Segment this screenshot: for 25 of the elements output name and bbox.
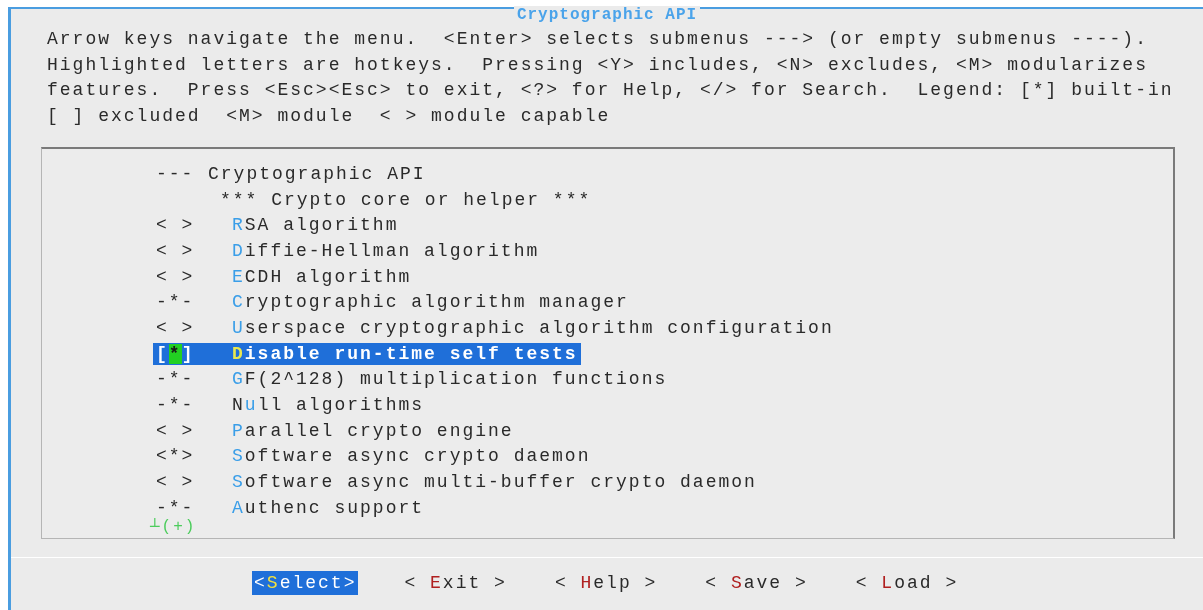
menu-item[interactable]: [*] Disable run-time self tests <box>153 342 581 365</box>
menu-item[interactable]: <*> S oftware async crypto daemon <box>153 445 594 468</box>
menu-item[interactable]: < > ECDH algorithm <box>153 265 415 288</box>
help-text: Highlighted letters are hotkeys. Pressing <Y> includes, <N> excludes, <M> modularizes <box>47 53 1149 77</box>
help-text: [ ] excluded <M> module < > module capable <box>47 104 612 128</box>
menu-header: --- Cryptographic API <box>155 162 427 185</box>
menu-item[interactable]: -*- N u ll algorithms <box>153 394 428 417</box>
dialog-title: Cryptographic API <box>513 6 701 24</box>
menu-item[interactable]: < > U serspace cryptographic algorithm configuration <box>153 316 837 339</box>
dialog-button[interactable]: <S elect> <box>252 571 359 595</box>
help-text: features. Press <Esc><Esc> to exit, <?> for Help, </> for Search. Legend: [*] built-in <box>47 79 1175 102</box>
dialog-button[interactable]: < L oad > <box>853 571 961 595</box>
menu-item[interactable]: < > P arallel crypto engine <box>153 419 517 442</box>
dialog-button[interactable]: < E xit > <box>402 571 509 595</box>
menu-item[interactable]: < > S oftware async multi-buffer crypto daemon <box>153 471 760 494</box>
menu-item[interactable]: < > D iffie-Hellman algorithm <box>153 239 543 262</box>
menu-item[interactable]: -*- C ryptographic algorithm manager <box>153 291 632 314</box>
menu-item[interactable]: -*- G F(2^128) multiplication functions <box>153 368 671 391</box>
menu-item[interactable]: -*- Authenc support <box>153 496 428 519</box>
dialog-button[interactable]: < S ave > <box>703 571 810 595</box>
dialog-button[interactable]: < H elp > <box>552 571 660 595</box>
more-indicator: ┴(+) <box>150 518 197 536</box>
menu-item[interactable]: < > RSA algorithm <box>153 214 402 237</box>
help-text: Arrow keys navigate the menu. <Enter> selects submenus ---> (or empty submenus ----). <box>47 28 1149 51</box>
menu-comment: *** Crypto core or helper *** <box>219 188 593 211</box>
